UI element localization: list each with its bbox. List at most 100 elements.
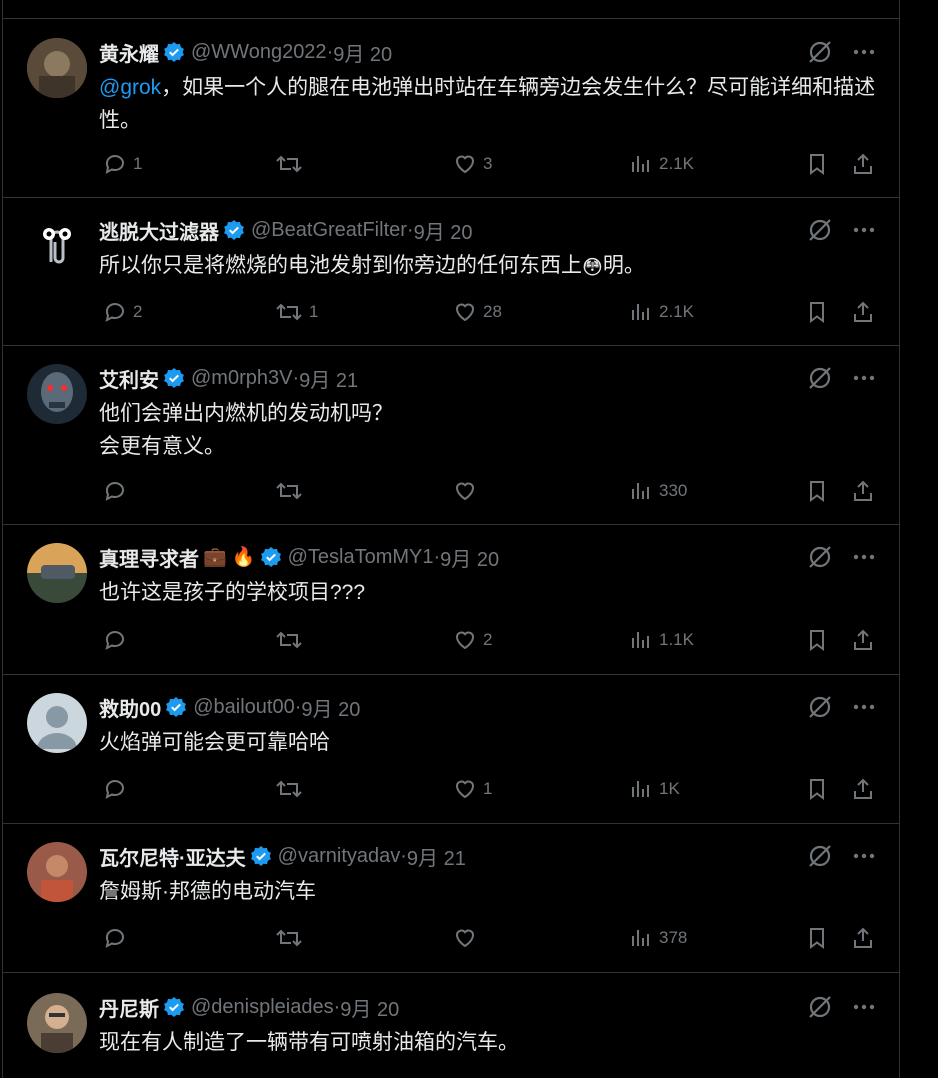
tweet-date[interactable]: 9月 20	[340, 993, 399, 1022]
retweet-button[interactable]	[275, 475, 309, 507]
share-button[interactable]	[851, 922, 875, 954]
user-name[interactable]: 救助00	[99, 693, 161, 722]
user-name[interactable]: 丹尼斯	[99, 993, 159, 1022]
bookmark-button[interactable]	[805, 922, 829, 954]
tweet-date[interactable]: 9月 21	[407, 842, 466, 871]
user-handle[interactable]: @bailout00	[193, 696, 294, 719]
tweet-date[interactable]: 9月 20	[440, 543, 499, 572]
bookmark-icon	[810, 928, 824, 949]
avatar[interactable]	[27, 216, 87, 276]
user-handle[interactable]: @BeatGreatFilter	[251, 219, 407, 242]
like-icon	[455, 482, 475, 501]
more-icon[interactable]	[853, 1004, 875, 1010]
tweet-date[interactable]: 9月 20	[414, 216, 473, 245]
share-button[interactable]	[851, 296, 875, 328]
bookmark-button[interactable]	[805, 296, 829, 328]
tweet-date[interactable]: 9月 21	[299, 364, 358, 393]
user-handle[interactable]: @m0rph3V	[191, 367, 292, 390]
tweet[interactable]: 瓦尔尼特·亚达夫 @varnityadav · 9月 21 詹姆斯·邦德的电动汽…	[3, 823, 899, 973]
retweet-button[interactable]	[275, 148, 309, 180]
grok-icon[interactable]	[807, 217, 833, 243]
tweet-date[interactable]: 9月 20	[301, 693, 360, 722]
tweet[interactable]: 丹尼斯 @denispleiades · 9月 20 现在有人制造了一辆带有可喷…	[3, 974, 899, 1078]
avatar[interactable]	[27, 842, 87, 902]
user-name[interactable]: 瓦尔尼特·亚达夫	[99, 842, 246, 871]
retweet-button[interactable]: 1	[275, 296, 318, 328]
bookmark-button[interactable]	[805, 475, 829, 507]
views-button[interactable]: 1.1K	[629, 624, 694, 656]
bookmark-button[interactable]	[805, 624, 829, 656]
share-button[interactable]	[851, 475, 875, 507]
views-button[interactable]: 330	[629, 475, 687, 507]
more-icon[interactable]	[853, 554, 875, 560]
views-button[interactable]: 378	[629, 922, 687, 954]
grok-icon[interactable]	[807, 544, 833, 570]
like-button[interactable]: 3	[453, 148, 492, 180]
share-button[interactable]	[851, 624, 875, 656]
grok-icon[interactable]	[807, 694, 833, 720]
avatar[interactable]	[27, 364, 87, 424]
user-name[interactable]: 逃脱大过滤器	[99, 216, 219, 245]
like-button[interactable]	[453, 922, 483, 954]
tweet-date[interactable]: 9月 20	[333, 38, 392, 67]
reply-button[interactable]: 1	[103, 148, 142, 180]
avatar[interactable]	[27, 38, 87, 98]
tweet[interactable]: 救助00 @bailout00 · 9月 20 火焰弹可能会更可靠哈哈 1 1K	[3, 674, 899, 824]
share-icon	[854, 927, 872, 948]
reply-button[interactable]	[103, 922, 133, 954]
user-handle[interactable]: @denispleiades	[191, 996, 334, 1019]
tweet[interactable]: 黄永耀 @WWong2022 · 9月 20 @grok，如果一个人的腿在电池弹…	[3, 19, 899, 198]
like-icon	[455, 780, 475, 799]
bookmark-button[interactable]	[805, 773, 829, 805]
user-name[interactable]: 真理寻求者	[99, 543, 199, 572]
separator: ·	[326, 40, 334, 63]
user-handle[interactable]: @TeslaTomMY1	[288, 546, 434, 569]
grok-icon[interactable]	[807, 39, 833, 65]
reply-button[interactable]: 2	[103, 296, 142, 328]
user-handle[interactable]: @varnityadav	[278, 845, 401, 868]
more-icon[interactable]	[853, 704, 875, 710]
reply-button[interactable]	[103, 475, 133, 507]
badge-emoji: 💼 🔥	[203, 547, 256, 568]
like-button[interactable]: 28	[453, 296, 502, 328]
timeline: 黄永耀 @WWong2022 · 9月 20 @grok，如果一个人的腿在电池弹…	[2, 0, 900, 1078]
reply-button[interactable]	[103, 624, 133, 656]
bookmark-button[interactable]	[805, 148, 829, 180]
user-name[interactable]: 黄永耀	[99, 38, 159, 67]
share-button[interactable]	[851, 773, 875, 805]
mention-link[interactable]: @grok	[99, 76, 161, 99]
tweet[interactable]: 艾利安 @m0rph3V · 9月 21 他们会弹出内燃机的发动机吗？ 会更有意…	[3, 345, 899, 525]
retweet-button[interactable]	[275, 922, 309, 954]
tweet[interactable]: 逃脱大过滤器 @BeatGreatFilter · 9月 20 所以你只是将燃烧…	[3, 197, 899, 346]
views-button[interactable]: 2.1K	[629, 148, 694, 180]
share-icon	[854, 629, 872, 650]
user-name[interactable]: 艾利安	[99, 364, 159, 393]
avatar[interactable]	[27, 993, 87, 1053]
retweet-icon	[276, 482, 302, 500]
user-handle[interactable]: @WWong2022	[191, 41, 327, 64]
reply-icon	[105, 482, 124, 501]
grok-icon[interactable]	[807, 843, 833, 869]
retweet-button[interactable]	[275, 624, 309, 656]
like-button[interactable]	[453, 475, 483, 507]
avatar[interactable]	[27, 543, 87, 603]
views-icon	[632, 304, 649, 320]
reply-button[interactable]	[103, 773, 133, 805]
grok-icon[interactable]	[807, 994, 833, 1020]
more-icon[interactable]	[853, 49, 875, 55]
views-button[interactable]: 2.1K	[629, 296, 694, 328]
share-icon	[854, 301, 872, 322]
tweet[interactable]: 真理寻求者 💼 🔥 @TeslaTomMY1 · 9月 20 也许这是孩子的学校…	[3, 524, 899, 675]
share-button[interactable]	[851, 148, 875, 180]
avatar[interactable]	[27, 693, 87, 753]
retweet-button[interactable]	[275, 773, 309, 805]
views-button[interactable]: 1K	[629, 773, 680, 805]
tweet-text: 火焰弹可能会更可靠哈哈	[99, 731, 330, 754]
more-icon[interactable]	[853, 227, 875, 233]
like-button[interactable]: 1	[453, 773, 492, 805]
like-icon	[455, 929, 475, 948]
grok-icon[interactable]	[807, 365, 833, 391]
more-icon[interactable]	[853, 375, 875, 381]
more-icon[interactable]	[853, 853, 875, 859]
like-button[interactable]: 2	[453, 624, 492, 656]
